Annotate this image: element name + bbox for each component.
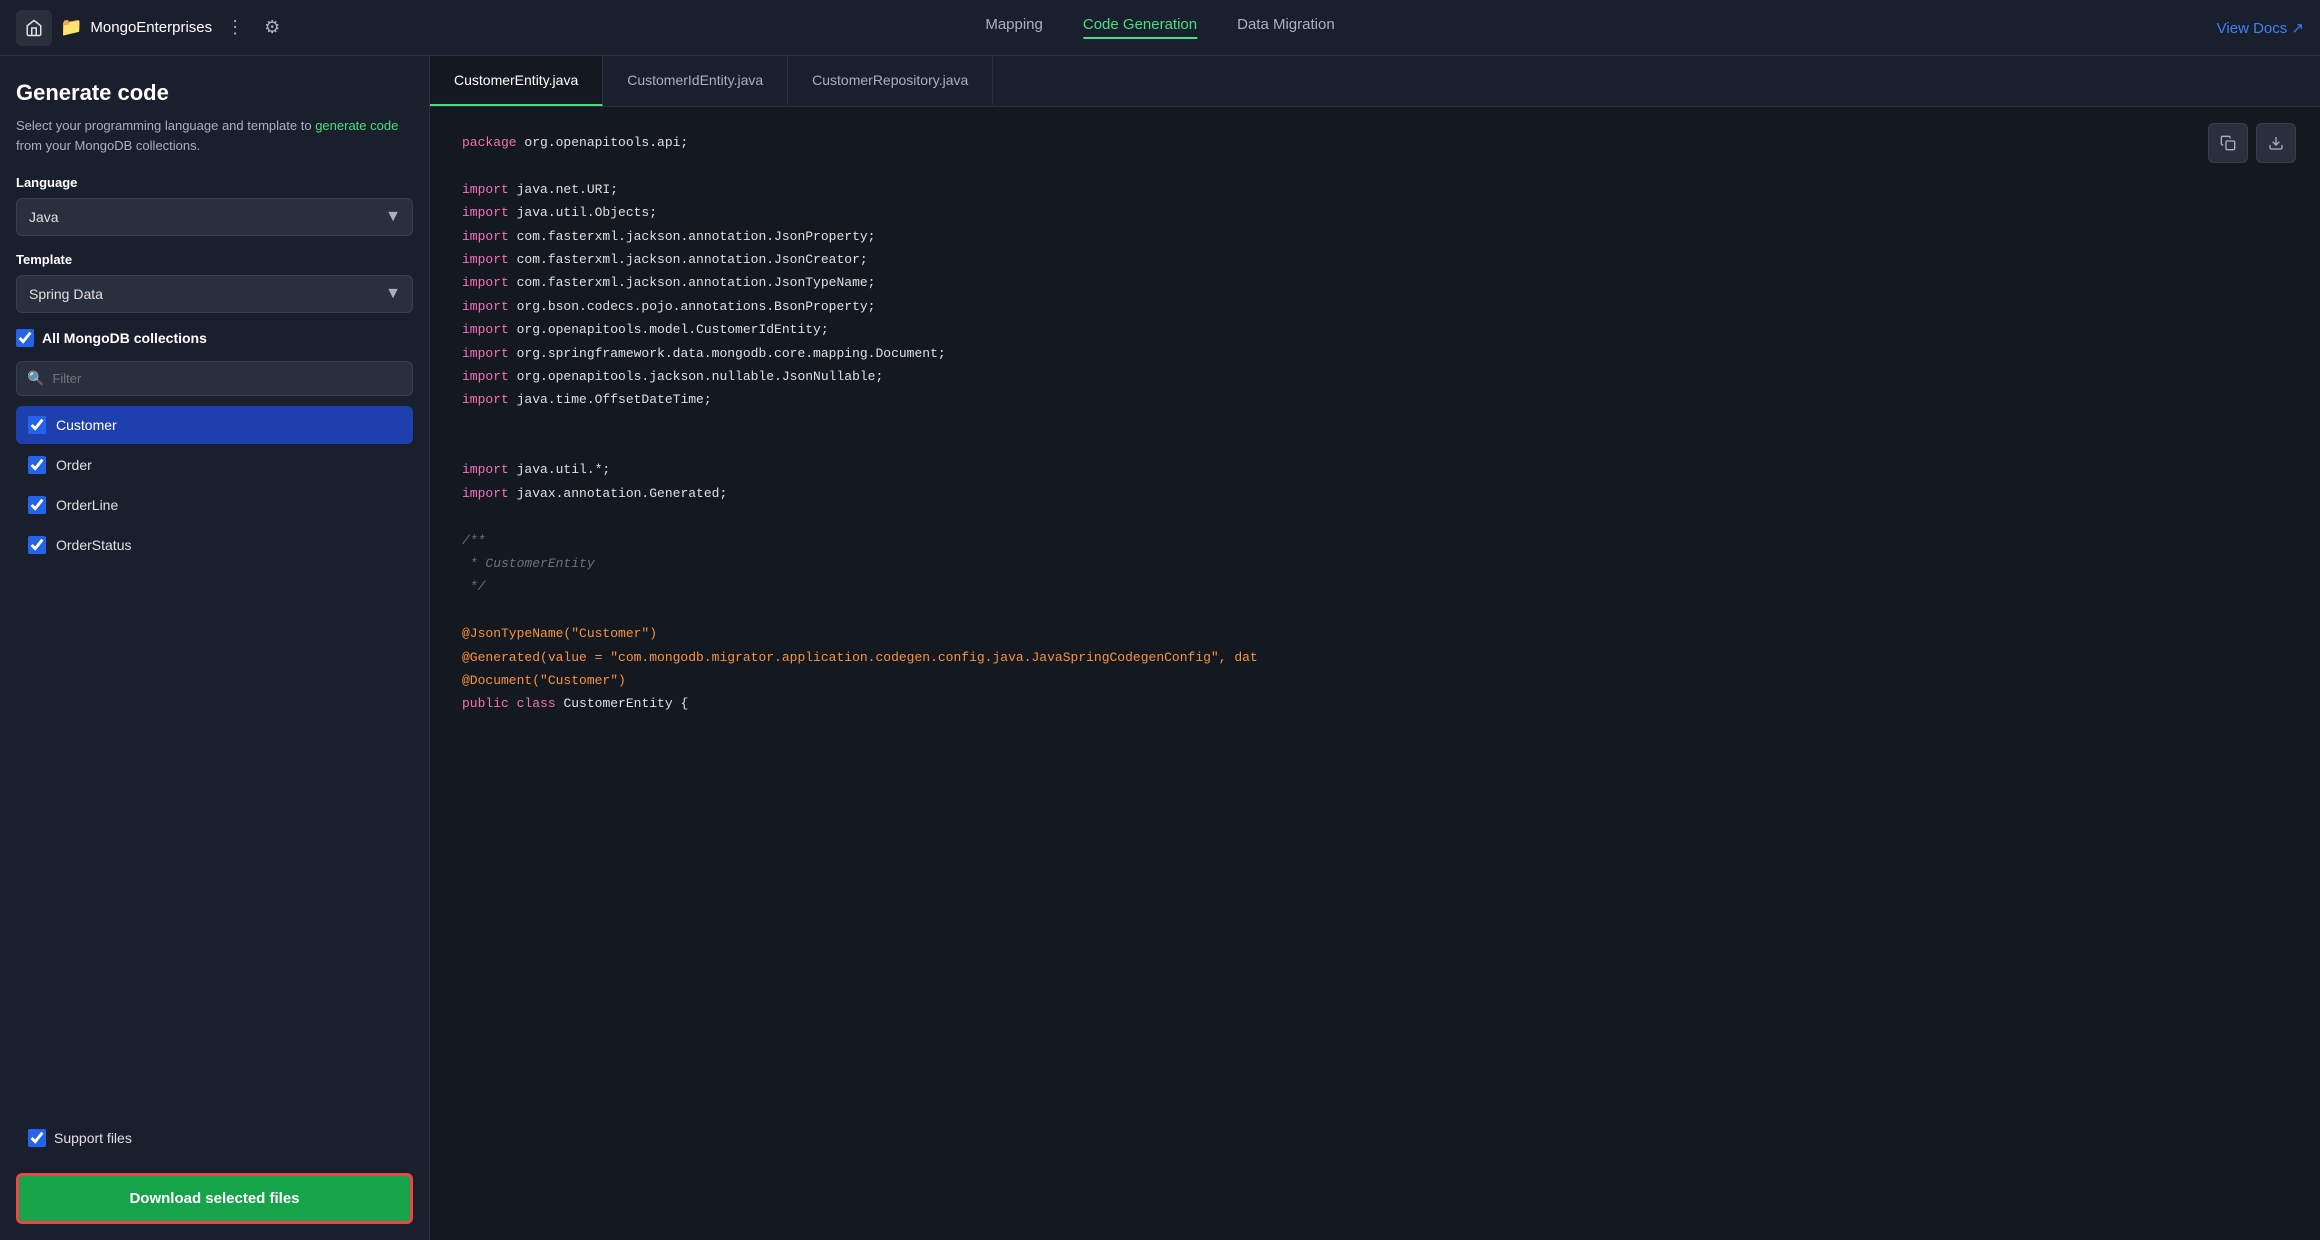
code-content: package org.openapitools.api; import jav… <box>462 131 2288 716</box>
collection-label-order: Order <box>56 457 92 473</box>
more-options-button[interactable]: ⋮ <box>220 13 250 42</box>
code-actions <box>2208 123 2296 163</box>
language-select[interactable]: Java Python TypeScript <box>16 198 413 236</box>
nav-right: View Docs ↗ <box>2217 19 2304 37</box>
collection-item-customer[interactable]: Customer <box>16 406 413 444</box>
all-collections-row: All MongoDB collections <box>16 329 413 347</box>
main-layout: Generate code Select your programming la… <box>0 56 2320 1240</box>
sidebar: Generate code Select your programming la… <box>0 56 430 1240</box>
view-docs-button[interactable]: View Docs ↗ <box>2217 19 2304 37</box>
collection-label-customer: Customer <box>56 417 117 433</box>
download-file-button[interactable] <box>2256 123 2296 163</box>
language-label: Language <box>16 175 413 190</box>
template-select-wrapper: Spring Data JPA Plain POJO ▼ <box>16 275 413 313</box>
collection-list: Customer Order OrderLine OrderStatus <box>16 406 413 1115</box>
template-select[interactable]: Spring Data JPA Plain POJO <box>16 275 413 313</box>
search-icon: 🔍 <box>27 370 44 387</box>
tab-data-migration[interactable]: Data Migration <box>1237 16 1335 39</box>
collection-checkbox-customer[interactable] <box>28 416 46 434</box>
all-collections-label: All MongoDB collections <box>42 330 207 346</box>
collection-item-orderstatus[interactable]: OrderStatus <box>16 526 413 564</box>
collection-item-order[interactable]: Order <box>16 446 413 484</box>
code-panel: CustomerEntity.java CustomerIdEntity.jav… <box>430 56 2320 1240</box>
sidebar-description: Select your programming language and tem… <box>16 116 413 155</box>
support-files-label: Support files <box>54 1130 132 1146</box>
collection-checkbox-orderline[interactable] <box>28 496 46 514</box>
support-files-checkbox[interactable] <box>28 1129 46 1147</box>
home-button[interactable] <box>16 10 52 46</box>
code-tab-customerid-entity[interactable]: CustomerIdEntity.java <box>603 56 788 106</box>
search-box: 🔍 <box>16 361 413 396</box>
nav-left: 📁 MongoEnterprises ⋮ ⚙ <box>16 10 286 46</box>
code-tabs: CustomerEntity.java CustomerIdEntity.jav… <box>430 56 2320 107</box>
collection-label-orderstatus: OrderStatus <box>56 537 131 553</box>
code-tab-customer-repository[interactable]: CustomerRepository.java <box>788 56 993 106</box>
sidebar-title: Generate code <box>16 80 413 106</box>
filter-input[interactable] <box>52 371 402 386</box>
settings-button[interactable]: ⚙ <box>258 13 286 42</box>
tab-code-generation[interactable]: Code Generation <box>1083 16 1197 39</box>
language-select-wrapper: Java Python TypeScript ▼ <box>16 198 413 236</box>
collection-checkbox-orderstatus[interactable] <box>28 536 46 554</box>
folder-icon: 📁 <box>60 17 82 38</box>
nav-tabs: Mapping Code Generation Data Migration <box>985 16 1334 39</box>
template-label: Template <box>16 252 413 267</box>
support-files-row: Support files <box>16 1119 413 1157</box>
project-name: MongoEnterprises <box>90 19 212 36</box>
collection-checkbox-order[interactable] <box>28 456 46 474</box>
copy-button[interactable] <box>2208 123 2248 163</box>
code-area: package org.openapitools.api; import jav… <box>430 107 2320 1240</box>
code-tab-customer-entity[interactable]: CustomerEntity.java <box>430 56 603 106</box>
collection-item-orderline[interactable]: OrderLine <box>16 486 413 524</box>
download-section: Download selected files <box>16 1157 413 1224</box>
top-nav: 📁 MongoEnterprises ⋮ ⚙ Mapping Code Gene… <box>0 0 2320 56</box>
generate-code-link[interactable]: generate code <box>315 118 398 133</box>
all-collections-checkbox[interactable] <box>16 329 34 347</box>
download-button[interactable]: Download selected files <box>16 1173 413 1224</box>
tab-mapping[interactable]: Mapping <box>985 16 1043 39</box>
collection-label-orderline: OrderLine <box>56 497 118 513</box>
